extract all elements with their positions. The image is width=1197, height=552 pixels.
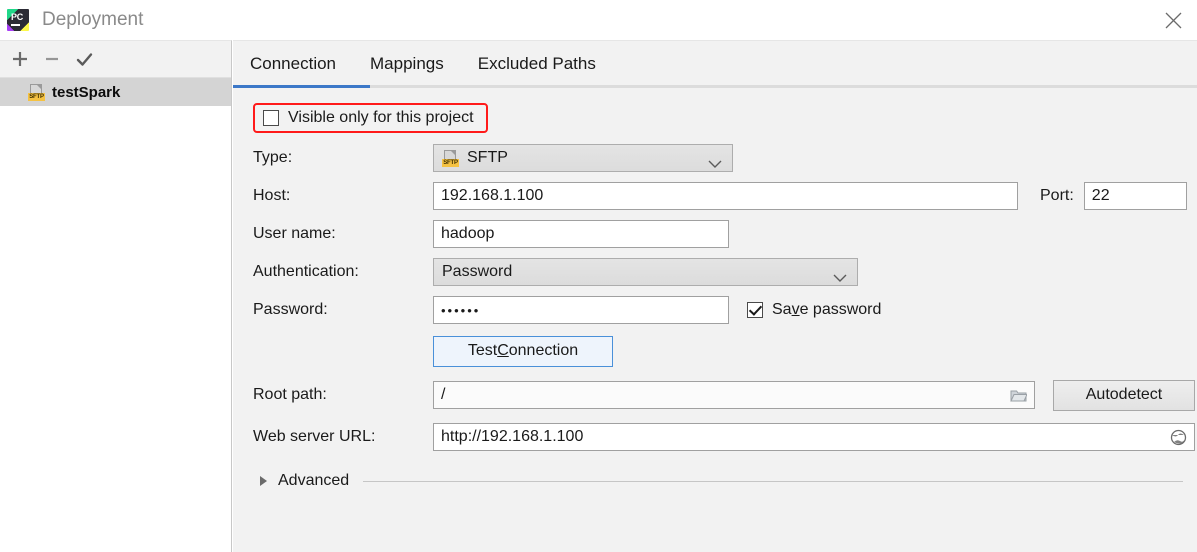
test-connection-label-before: Test	[467, 342, 498, 359]
tab-connection[interactable]: Connection	[233, 41, 353, 87]
sidebar-item-testspark[interactable]: SFTP testSpark	[0, 78, 231, 106]
host-row: Host: 192.168.1.100 Port: 22	[233, 177, 1197, 215]
root-path-row: Root path: / Autodetect	[233, 373, 1197, 417]
sidebar-item-label: testSpark	[52, 83, 121, 101]
server-list-toolbar	[0, 41, 231, 78]
save-password-label-mnemonic: v	[791, 301, 800, 318]
save-password-label-before: Sa	[772, 301, 792, 318]
deployment-content-panel: Connection Mappings Excluded Paths Visib…	[233, 40, 1197, 552]
pycharm-icon: PC	[7, 9, 29, 31]
tab-bar: Connection Mappings Excluded Paths	[233, 41, 1197, 87]
visible-only-highlight-box: Visible only for this project	[253, 103, 488, 133]
autodetect-button[interactable]: Autodetect	[1053, 379, 1195, 411]
host-value: 192.168.1.100	[441, 187, 544, 204]
web-server-url-value: http://192.168.1.100	[441, 428, 584, 445]
username-input[interactable]: hadoop	[433, 220, 729, 248]
connection-form: Visible only for this project Type: SFTP…	[233, 87, 1197, 495]
folder-icon[interactable]	[1010, 387, 1027, 404]
root-path-input[interactable]: /	[433, 381, 1035, 409]
authentication-combobox[interactable]: Password	[433, 258, 858, 286]
authentication-label: Authentication:	[253, 263, 359, 280]
remove-server-button[interactable]	[36, 43, 68, 75]
sftp-icon: SFTP	[28, 83, 45, 101]
web-server-url-label: Web server URL:	[253, 428, 376, 445]
host-label: Host:	[253, 187, 291, 204]
save-password-checkbox[interactable]	[747, 302, 763, 318]
pycharm-icon-bar	[11, 24, 20, 26]
test-connection-row: Test Connection	[233, 329, 1197, 373]
test-connection-label-mnemonic: C	[497, 342, 509, 359]
type-value: SFTP	[467, 149, 508, 166]
root-path-label: Root path:	[253, 386, 327, 403]
host-input[interactable]: 192.168.1.100	[433, 182, 1018, 210]
port-value: 22	[1091, 187, 1110, 204]
save-password-label: Save password	[772, 301, 881, 319]
globe-icon[interactable]	[1170, 429, 1187, 446]
type-row: Type: SFTP SFTP	[233, 139, 1197, 177]
port-input[interactable]: 22	[1083, 182, 1187, 210]
password-label: Password:	[253, 301, 328, 318]
password-value: ••••••	[441, 302, 481, 318]
server-list-panel: SFTP testSpark	[0, 40, 232, 552]
root-path-value: /	[441, 386, 446, 403]
tab-excluded-paths[interactable]: Excluded Paths	[461, 41, 613, 87]
type-label: Type:	[253, 149, 293, 166]
advanced-label: Advanced	[278, 472, 350, 489]
authentication-row: Authentication: Password	[233, 253, 1197, 291]
type-combobox[interactable]: SFTP SFTP	[433, 144, 733, 172]
save-password-label-after: e password	[799, 301, 882, 318]
title-bar: PC Deployment	[0, 0, 1197, 40]
minus-icon	[43, 50, 61, 68]
visible-only-label: Visible only for this project	[288, 109, 474, 126]
sftp-icon: SFTP	[442, 149, 459, 167]
sftp-icon-badge: SFTP	[28, 92, 45, 101]
username-label: User name:	[253, 225, 336, 242]
web-server-url-row: Web server URL: http://192.168.1.100	[233, 417, 1197, 457]
visible-only-checkbox[interactable]	[263, 110, 279, 126]
advanced-section-header[interactable]: Advanced	[233, 467, 1197, 495]
advanced-divider	[363, 480, 1183, 482]
authentication-value: Password	[442, 263, 513, 280]
page-title: Deployment	[42, 9, 144, 30]
set-default-server-button[interactable]	[68, 43, 100, 75]
close-icon	[1165, 12, 1182, 29]
chevron-down-icon	[833, 269, 847, 287]
port-label: Port:	[1040, 187, 1074, 204]
test-connection-label-after: onnection	[508, 342, 579, 359]
password-row: Password: •••••• Save password	[233, 291, 1197, 329]
sftp-icon-badge: SFTP	[442, 158, 459, 167]
check-icon	[75, 50, 94, 69]
visible-only-row: Visible only for this project	[233, 97, 1197, 139]
username-row: User name: hadoop	[233, 215, 1197, 253]
web-server-url-input[interactable]: http://192.168.1.100	[433, 423, 1195, 451]
close-button[interactable]	[1149, 0, 1197, 40]
plus-icon	[11, 50, 29, 68]
username-value: hadoop	[441, 225, 495, 242]
pycharm-icon-text: PC	[11, 12, 23, 22]
password-input[interactable]: ••••••	[433, 296, 729, 324]
tab-mappings[interactable]: Mappings	[353, 41, 461, 87]
add-server-button[interactable]	[4, 43, 36, 75]
triangle-right-icon[interactable]	[260, 476, 267, 486]
chevron-down-icon	[708, 155, 722, 173]
test-connection-button[interactable]: Test Connection	[433, 335, 613, 367]
